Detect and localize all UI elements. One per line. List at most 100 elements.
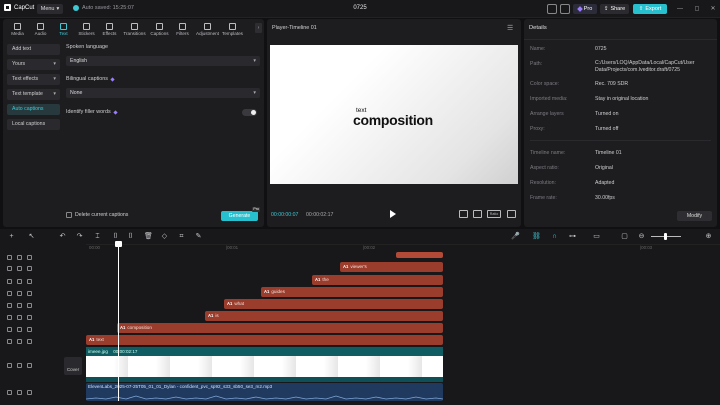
layout-icon[interactable] xyxy=(547,4,557,14)
tab-adjustment[interactable]: Adjustment xyxy=(194,19,221,37)
audio-clip[interactable]: ElevenLabs_2025-07-25T05_01_01_Dylan - c… xyxy=(86,383,443,401)
nav-yours[interactable]: Yours ▾ xyxy=(7,59,60,70)
track-controls[interactable] xyxy=(7,315,39,323)
tab-filters[interactable]: Filters xyxy=(171,19,194,37)
zoom-in-icon[interactable]: ⊕ xyxy=(704,232,713,241)
text-clip-viewers[interactable]: A1 viewer's xyxy=(340,262,443,272)
text-clip-guides[interactable]: A1 guides xyxy=(261,287,443,297)
text-clip[interactable] xyxy=(396,252,443,258)
split-right-icon[interactable]: ⌷ xyxy=(126,232,135,241)
pro-button[interactable]: Pro xyxy=(573,4,597,14)
nav-local-captions[interactable]: Local captions xyxy=(7,119,60,130)
tab-templates[interactable]: Templates xyxy=(221,19,244,37)
text-clip-composition[interactable]: A1 composition xyxy=(117,323,443,333)
playhead[interactable] xyxy=(118,241,119,401)
nav-auto-captions[interactable]: Auto captions xyxy=(7,104,60,115)
video-clip-name: imeee.jpg xyxy=(88,349,108,354)
spoken-language-label: Spoken language xyxy=(66,44,108,50)
video-clip-header: imeee.jpg 00:00:02:17 xyxy=(86,347,443,356)
add-track-icon[interactable]: + xyxy=(7,232,16,241)
ratio-button[interactable]: Ratio xyxy=(487,210,501,218)
nav-text-template[interactable]: Text template ▾ xyxy=(7,89,60,100)
track-controls[interactable] xyxy=(7,327,39,335)
nav-text-effects[interactable]: Text effects ▾ xyxy=(7,74,60,85)
tab-stickers[interactable]: Stickers xyxy=(75,19,98,37)
undo-icon[interactable]: ↶ xyxy=(58,232,67,241)
menu-icon[interactable]: ☰ xyxy=(507,24,513,32)
maximize-icon[interactable]: ◻ xyxy=(693,5,701,13)
track-controls[interactable] xyxy=(7,279,39,287)
tab-media[interactable]: Media xyxy=(6,19,29,37)
filler-words-toggle[interactable] xyxy=(242,108,257,116)
video-track-controls[interactable] xyxy=(7,363,39,371)
export-button[interactable]: ⇧ Export xyxy=(633,4,667,14)
zoom-out-icon[interactable]: ⊖ xyxy=(637,232,646,241)
diamond-icon xyxy=(110,76,115,82)
text-clip-what[interactable]: A1 what xyxy=(224,299,443,309)
lock-icon xyxy=(17,303,22,308)
delete-icon[interactable]: 🗑 xyxy=(144,232,153,241)
detail-label-proxy: Proxy: xyxy=(530,126,545,132)
text-clip-is[interactable]: A1 is xyxy=(205,311,443,321)
redo-icon[interactable]: ↷ xyxy=(75,232,84,241)
canvas-text-composition[interactable]: composition xyxy=(353,112,433,128)
generate-button[interactable]: Generate Pro xyxy=(221,207,260,221)
lock-icon xyxy=(17,255,22,260)
share-button[interactable]: ⇪ Share xyxy=(600,4,629,14)
minimize-icon[interactable]: — xyxy=(676,5,684,13)
track-controls[interactable] xyxy=(7,266,39,274)
track-controls[interactable] xyxy=(7,303,39,311)
preview-axis-icon[interactable]: ▭ xyxy=(592,232,601,241)
zoom-slider-handle[interactable] xyxy=(664,233,667,240)
text-clip-text[interactable]: A1 text xyxy=(86,335,443,345)
caption-track-icon xyxy=(7,339,12,344)
chevron-down-icon: ▾ xyxy=(253,58,256,64)
fullscreen-icon[interactable] xyxy=(507,210,516,218)
close-icon[interactable]: ✕ xyxy=(709,5,717,13)
track-controls[interactable] xyxy=(7,291,39,299)
track-controls[interactable] xyxy=(7,255,39,263)
preview-canvas[interactable]: text composition xyxy=(270,45,518,184)
split-left-icon[interactable]: ⌷ xyxy=(111,232,120,241)
modify-button[interactable]: Modify xyxy=(677,211,712,221)
snap-icon[interactable]: ⊶ xyxy=(568,232,577,241)
magnet-icon[interactable]: ∩ xyxy=(550,232,559,241)
full-quality-icon[interactable] xyxy=(459,210,468,218)
microphone-icon[interactable]: 🎤 xyxy=(511,232,520,241)
shortcut-icon[interactable] xyxy=(560,4,570,14)
lock-icon xyxy=(17,291,22,296)
spoken-language-select[interactable]: English ▾ xyxy=(66,56,260,66)
crop-icon[interactable]: ⌗ xyxy=(177,232,186,241)
select-tool-icon[interactable]: ↖ xyxy=(27,232,36,241)
shield-icon[interactable]: ◇ xyxy=(160,232,169,241)
bilingual-captions-select[interactable]: None ▾ xyxy=(66,88,260,98)
text-clip-the[interactable]: A1 the xyxy=(312,275,443,285)
pro-badge: Pro xyxy=(252,207,260,212)
tab-transitions[interactable]: Transitions xyxy=(121,19,148,37)
detail-label-arrange-layers: Arrange layers xyxy=(530,111,564,117)
time-ruler[interactable] xyxy=(86,244,720,245)
delete-captions-checkbox[interactable] xyxy=(66,212,72,218)
pen-icon[interactable]: ✎ xyxy=(194,232,203,241)
menu-button[interactable]: Menu ▾ xyxy=(37,4,63,14)
snapshot-icon[interactable] xyxy=(473,210,482,218)
tabs-more-icon[interactable]: › xyxy=(255,23,262,33)
track-controls[interactable] xyxy=(7,339,39,347)
playhead-handle[interactable] xyxy=(115,241,122,247)
audio-track-controls[interactable] xyxy=(7,390,39,398)
play-icon[interactable] xyxy=(390,210,396,218)
caption-track-icon xyxy=(7,291,12,296)
lock-icon xyxy=(17,363,22,368)
link-icon[interactable]: ⛓ xyxy=(532,232,541,241)
video-track-icon xyxy=(7,363,12,368)
tab-effects[interactable]: Effects xyxy=(98,19,121,37)
video-clip[interactable]: imeee.jpg 00:00:02:17 xyxy=(86,347,443,382)
caption-track-icon xyxy=(7,255,12,260)
tab-text[interactable]: Text xyxy=(52,19,75,37)
nav-add-text[interactable]: Add text xyxy=(7,44,60,55)
cover-button[interactable]: Cover xyxy=(64,357,82,375)
tab-audio[interactable]: Audio xyxy=(29,19,52,37)
split-icon[interactable]: ⌶ xyxy=(93,232,102,241)
tab-captions[interactable]: Captions xyxy=(148,19,171,37)
frame-icon[interactable]: ▢ xyxy=(620,232,629,241)
